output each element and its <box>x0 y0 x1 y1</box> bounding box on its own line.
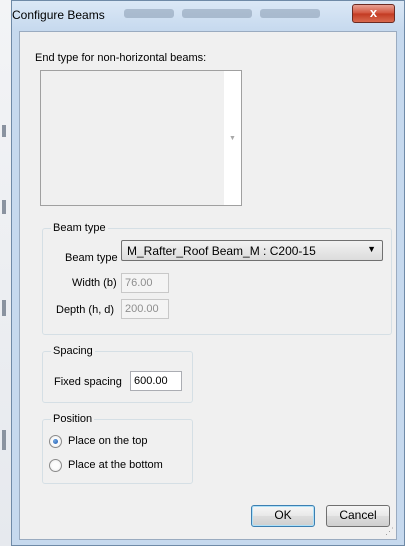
beam-type-group-legend: Beam type <box>51 222 108 234</box>
scroll-down-icon: ▼ <box>229 135 236 142</box>
background-mark <box>2 300 6 316</box>
window-title: Configure Beams <box>12 8 105 22</box>
place-bottom-label[interactable]: Place at the bottom <box>68 459 163 471</box>
title-bar-background <box>124 9 174 18</box>
title-bar-background <box>182 9 252 18</box>
fixed-spacing-input[interactable]: 600.00 <box>130 371 182 391</box>
dialog-body: End type for non-horizontal beams: ▼ Bea… <box>19 31 397 540</box>
beam-type-value: M_Rafter_Roof Beam_M : C200-15 <box>127 244 316 258</box>
fixed-spacing-label: Fixed spacing <box>54 376 122 388</box>
ok-button[interactable]: OK <box>251 505 315 527</box>
place-top-radio[interactable] <box>49 435 62 448</box>
place-bottom-radio[interactable] <box>49 459 62 472</box>
depth-label: Depth (h, d) <box>56 304 115 316</box>
end-type-label: End type for non-horizontal beams: <box>35 52 207 64</box>
title-bar[interactable]: Configure Beams x <box>12 1 404 31</box>
end-type-list[interactable]: ▼ <box>40 70 242 206</box>
place-top-label[interactable]: Place on the top <box>68 435 148 447</box>
cancel-button[interactable]: Cancel <box>326 505 390 527</box>
close-icon: x <box>369 5 378 20</box>
position-group: Position <box>42 413 193 484</box>
list-scrollbar[interactable]: ▼ <box>224 71 241 205</box>
position-group-legend: Position <box>51 413 95 425</box>
background-mark <box>2 125 6 137</box>
beam-type-label: Beam type <box>65 252 118 264</box>
resize-grip-icon[interactable]: ⋰ <box>385 526 394 537</box>
depth-field[interactable]: 200.00 <box>121 299 169 319</box>
configure-beams-dialog: Configure Beams x End type for non-horiz… <box>11 0 405 546</box>
beam-type-dropdown[interactable]: M_Rafter_Roof Beam_M : C200-15 ▼ <box>121 240 383 261</box>
close-button[interactable]: x <box>352 4 395 23</box>
width-label: Width (b) <box>72 277 117 289</box>
chevron-down-icon: ▼ <box>367 244 376 254</box>
spacing-group-legend: Spacing <box>51 345 95 357</box>
background-mark <box>2 430 6 450</box>
width-field[interactable]: 76.00 <box>121 273 169 293</box>
background-mark <box>2 200 6 214</box>
title-bar-background <box>260 9 320 18</box>
